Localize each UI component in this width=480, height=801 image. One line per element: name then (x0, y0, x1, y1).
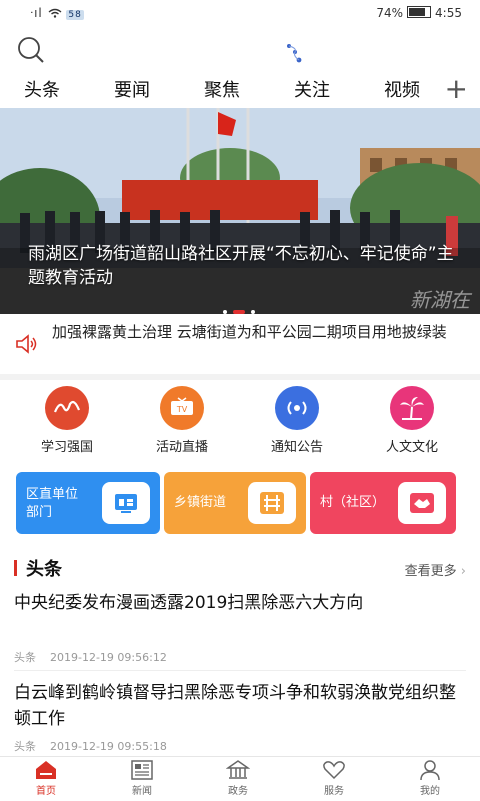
clock: 4:55 (435, 6, 462, 20)
heart-icon (322, 759, 346, 781)
card-label-line1: 区直单位 (26, 487, 79, 502)
article-title: 中央纪委发布漫画透露2019扫黑除恶六大方向 (14, 593, 364, 613)
article-time: 2019-12-19 09:55:18 (50, 740, 167, 753)
card-label: 区直单位 部门 (26, 486, 78, 522)
battery-icon (407, 6, 432, 18)
top-bar (0, 26, 480, 72)
user-icon (418, 759, 442, 781)
notice-text: 加强裸露黄土治理 云塘街道为和平公园二期项目用地披绿装 (52, 323, 447, 341)
card-village-community[interactable]: 村（社区） (310, 472, 456, 534)
nav-news[interactable]: 新闻 (112, 759, 172, 797)
quick-link-notice[interactable]: 通知公告 (252, 386, 342, 455)
section-marker (14, 560, 17, 576)
nav-government[interactable]: 政务 (208, 759, 268, 797)
nav-label: 我的 (420, 786, 440, 797)
nav-home[interactable]: 首页 (16, 759, 76, 797)
card-label: 乡镇街道 (174, 495, 227, 510)
channel-tabs: 头条 要闻 聚焦 关注 视频 + (0, 72, 480, 108)
search-icon[interactable] (14, 34, 48, 68)
quick-link-live[interactable]: TV 活动直播 (137, 386, 227, 455)
quick-link-label: 人文文化 (385, 440, 438, 455)
article-title: 白云峰到鹤岭镇督导扫黑除恶专项斗争和软弱涣散党组织整顿工作 (14, 683, 456, 729)
quick-links: 学习强国 TV 活动直播 通知公告 人文文化 (0, 380, 480, 462)
xuexi-icon (45, 386, 89, 430)
status-left: ᐧıl 58 (30, 6, 84, 20)
wifi-icon (48, 6, 67, 20)
road-icon (248, 482, 296, 524)
nav-label: 新闻 (132, 786, 152, 797)
quick-link-label: 活动直播 (155, 440, 208, 455)
article-tag: 头条 (14, 740, 36, 753)
network-speed: 58 (66, 10, 84, 20)
view-more-label: 查看更多 (404, 564, 457, 579)
palm-icon (390, 386, 434, 430)
card-label-line2: 部门 (26, 505, 53, 520)
article-meta: 头条 2019-12-19 09:56:12 (14, 649, 167, 665)
status-right: 74% 4:55 (376, 6, 462, 20)
article-time: 2019-12-19 09:56:12 (50, 651, 167, 664)
nav-label: 服务 (324, 786, 344, 797)
notice-bar[interactable]: 加强裸露黄土治理 云塘街道为和平公园二期项目用地披绿装 (0, 314, 480, 374)
quick-link-label: 通知公告 (270, 440, 323, 455)
government-icon (225, 759, 251, 781)
svg-text:TV: TV (176, 405, 188, 414)
banner-carousel[interactable]: 雨湖区广场街道韶山路社区开展“不忘初心、牢记使命”主题教育活动 新湖在 (0, 108, 480, 314)
app-logo-icon (283, 38, 307, 66)
view-more-link[interactable]: 查看更多 › (405, 560, 466, 579)
battery-percent: 74% (376, 6, 404, 20)
news-header: 头条 查看更多 › (0, 550, 480, 586)
nav-label: 政务 (228, 786, 248, 797)
newspaper-icon (130, 759, 154, 781)
carousel-indicator (220, 299, 258, 314)
tab-attention[interactable]: 关注 (294, 76, 330, 102)
article-tag: 头条 (14, 651, 36, 664)
handshake-icon (398, 482, 446, 524)
card-towns-streets[interactable]: 乡镇街道 (164, 472, 306, 534)
add-channel-button[interactable]: + (445, 72, 468, 106)
banner-watermark: 新湖在 (410, 288, 470, 312)
speaker-icon (14, 332, 38, 356)
news-section: 头条 查看更多 › 中央纪委发布漫画透露2019扫黑除恶六大方向 头条 2019… (0, 550, 480, 756)
signal-indicator: ᐧıl (30, 6, 43, 20)
chevron-right-icon: › (460, 564, 466, 579)
tab-headlines[interactable]: 头条 (24, 76, 60, 102)
broadcast-icon (275, 386, 319, 430)
news-article[interactable]: 中央纪委发布漫画透露2019扫黑除恶六大方向 头条 2019-12-19 09:… (0, 590, 480, 670)
news-section-title: 头条 (26, 559, 62, 580)
quick-link-xuexi[interactable]: 学习强国 (22, 386, 112, 455)
nav-label: 首页 (36, 786, 56, 797)
tab-important-news[interactable]: 要闻 (114, 76, 150, 102)
office-icon (102, 482, 150, 524)
category-cards: 区直单位部门 乡镇街道 村（社区） (0, 462, 480, 550)
tv-icon: TV (160, 386, 204, 430)
article-meta: 头条 2019-12-19 09:55:18 (14, 738, 167, 754)
tab-focus[interactable]: 聚焦 (204, 76, 240, 102)
home-icon (34, 759, 58, 781)
nav-profile[interactable]: 我的 (400, 759, 460, 797)
tab-video[interactable]: 视频 (384, 76, 420, 102)
bottom-navigation: 首页 新闻 政务 服务 我的 (0, 756, 480, 801)
banner-caption: 雨湖区广场街道韶山路社区开展“不忘初心、牢记使命”主题教育活动 (28, 244, 454, 288)
card-label: 村（社区） (320, 495, 386, 510)
quick-link-culture[interactable]: 人文文化 (367, 386, 457, 455)
nav-service[interactable]: 服务 (304, 759, 364, 797)
divider (14, 670, 466, 671)
news-article[interactable]: 白云峰到鹤岭镇督导扫黑除恶专项斗争和软弱涣散党组织整顿工作 头条 2019-12… (0, 680, 480, 756)
quick-link-label: 学习强国 (40, 440, 93, 455)
status-bar: ᐧıl 58 74% 4:55 (0, 0, 480, 26)
card-district-units[interactable]: 区直单位 部门 (16, 472, 160, 534)
